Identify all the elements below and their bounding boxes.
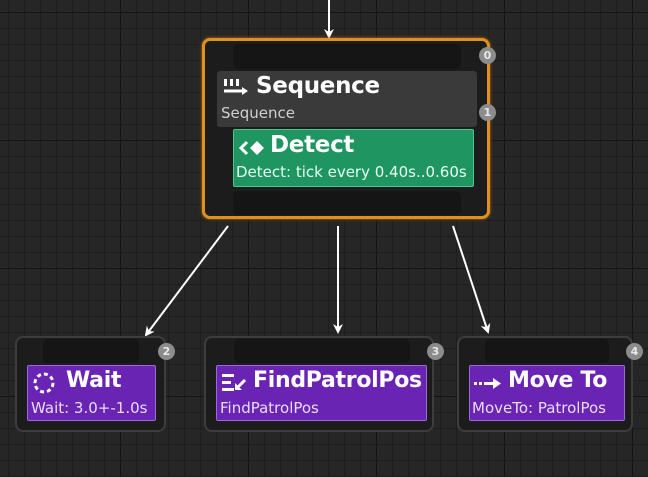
- wait-node[interactable]: 2 Wait Wait: 3.0+-1.0s: [15, 336, 175, 432]
- wait-task-body: Wait Wait: 3.0+-1.0s: [27, 365, 156, 421]
- sequence-input-pin[interactable]: [233, 44, 461, 69]
- sequence-node[interactable]: 0 Sequence Sequence 1 Detect Detect: tic…: [202, 38, 496, 219]
- sequence-icon: [223, 77, 249, 101]
- moveto-title: Move To: [508, 368, 608, 393]
- move-arrow-icon: [474, 376, 502, 395]
- moveto-task-body: Move To MoveTo: PatrolPos: [469, 365, 625, 421]
- task-icon: [221, 372, 247, 398]
- service-icon: [238, 139, 266, 161]
- detect-title: Detect: [270, 132, 355, 158]
- wait-title: Wait: [66, 368, 122, 393]
- detect-service-node[interactable]: Detect Detect: tick every 0.40s..0.60s: [233, 129, 474, 187]
- sequence-output-pin[interactable]: [233, 191, 461, 215]
- findpatrolpos-task-body: FindPatrolPos FindPatrolPos: [216, 365, 427, 421]
- findpatrolpos-execution-index: 3: [427, 343, 444, 360]
- moveto-node[interactable]: 4 Move To MoveTo: PatrolPos: [457, 336, 643, 432]
- wait-input-pin[interactable]: [43, 339, 139, 363]
- detect-subtitle: Detect: tick every 0.40s..0.60s: [236, 163, 467, 181]
- findpatrolpos-title: FindPatrolPos: [253, 368, 422, 393]
- moveto-execution-index: 4: [626, 343, 643, 360]
- sequence-execution-index: 0: [479, 47, 496, 64]
- wire-sequence-to-wait: [144, 225, 229, 337]
- findpatrolpos-subtitle: FindPatrolPos: [220, 399, 319, 417]
- moveto-subtitle: MoveTo: PatrolPos: [472, 399, 606, 417]
- wait-subtitle: Wait: 3.0+-1.0s: [31, 399, 148, 417]
- moveto-input-pin[interactable]: [485, 339, 609, 363]
- sequence-title: Sequence: [256, 73, 380, 99]
- findpatrolpos-node[interactable]: 3 FindPatrolPos FindPatrolPos: [204, 336, 444, 432]
- wait-icon: [32, 371, 56, 399]
- sequence-subtitle: Sequence: [221, 104, 295, 122]
- wire-sequence-to-moveto: [452, 225, 491, 334]
- detect-execution-index: 1: [479, 104, 496, 121]
- wait-execution-index: 2: [158, 343, 175, 360]
- findpatrolpos-input-pin[interactable]: [234, 339, 410, 363]
- sequence-header: Sequence Sequence: [217, 71, 477, 127]
